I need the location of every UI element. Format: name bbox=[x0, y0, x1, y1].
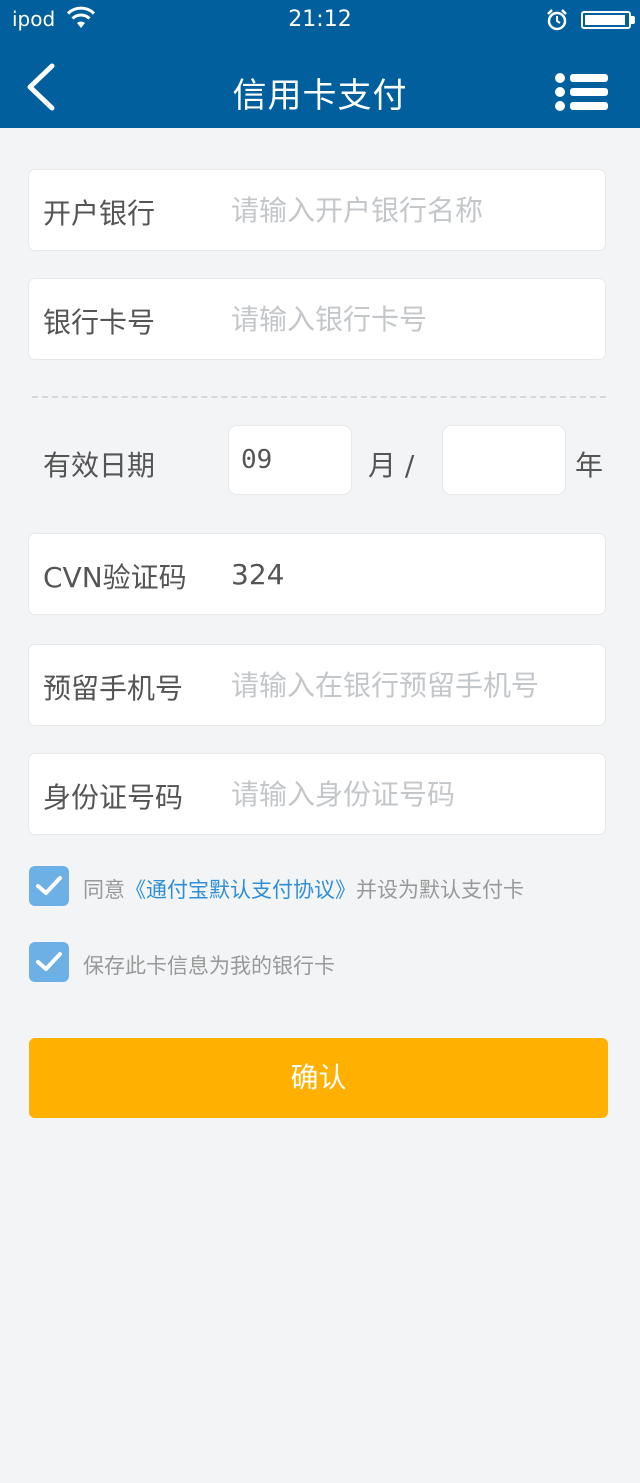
card-number-label: 银行卡号 bbox=[43, 306, 156, 339]
agreement-row: 同意《通付宝默认支付协议》并设为默认支付卡 bbox=[29, 866, 619, 906]
bank-label: 开户银行 bbox=[43, 197, 156, 230]
confirm-button[interactable]: 确认 bbox=[29, 1038, 608, 1118]
year-unit-label: 年 bbox=[575, 449, 604, 482]
id-number-input[interactable] bbox=[231, 768, 591, 820]
agreement-text: 同意《通付宝默认支付协议》并设为默认支付卡 bbox=[83, 874, 524, 904]
battery-tip bbox=[631, 16, 635, 24]
bank-field: 开户银行 bbox=[29, 170, 605, 250]
phone-label: 预留手机号 bbox=[43, 672, 184, 705]
agreement-suffix: 并设为默认支付卡 bbox=[356, 878, 524, 902]
battery-level bbox=[585, 15, 625, 25]
cvn-input[interactable] bbox=[231, 548, 591, 600]
status-bar: ipod 21:12 bbox=[0, 0, 640, 42]
nav-bar: 信用卡支付 bbox=[0, 42, 640, 128]
expiry-month-input[interactable] bbox=[229, 426, 351, 494]
checkmark-icon bbox=[36, 952, 62, 971]
expiry-label: 有效日期 bbox=[43, 449, 156, 482]
expiry-month-box bbox=[229, 426, 351, 494]
agreement-prefix: 同意 bbox=[83, 878, 125, 902]
phone-field: 预留手机号 bbox=[29, 645, 605, 725]
agreement-link[interactable]: 《通付宝默认支付协议》 bbox=[125, 878, 356, 902]
month-unit-label: 月 / bbox=[368, 449, 415, 482]
phone-input[interactable] bbox=[231, 659, 591, 711]
battery-icon bbox=[581, 11, 631, 29]
alarm-clock-icon bbox=[547, 9, 567, 31]
checkmark-icon bbox=[36, 876, 62, 895]
list-menu-icon[interactable] bbox=[554, 72, 610, 112]
save-card-text: 保存此卡信息为我的银行卡 bbox=[83, 954, 335, 978]
expiry-year-box bbox=[443, 426, 565, 494]
bank-input[interactable] bbox=[231, 184, 591, 236]
agreement-checkbox[interactable] bbox=[29, 866, 69, 906]
id-number-label: 身份证号码 bbox=[43, 781, 184, 814]
expiry-year-input[interactable] bbox=[443, 426, 565, 494]
save-card-checkbox[interactable] bbox=[29, 942, 69, 982]
page-title: 信用卡支付 bbox=[232, 76, 408, 116]
card-number-field: 银行卡号 bbox=[29, 279, 605, 359]
clock-time: 21:12 bbox=[288, 7, 352, 32]
save-card-row: 保存此卡信息为我的银行卡 bbox=[29, 942, 619, 982]
cvn-label: CVN验证码 bbox=[43, 561, 187, 594]
cvn-field: CVN验证码 bbox=[29, 534, 605, 614]
card-number-input[interactable] bbox=[231, 293, 591, 345]
dashed-divider bbox=[32, 396, 606, 398]
id-number-field: 身份证号码 bbox=[29, 754, 605, 834]
